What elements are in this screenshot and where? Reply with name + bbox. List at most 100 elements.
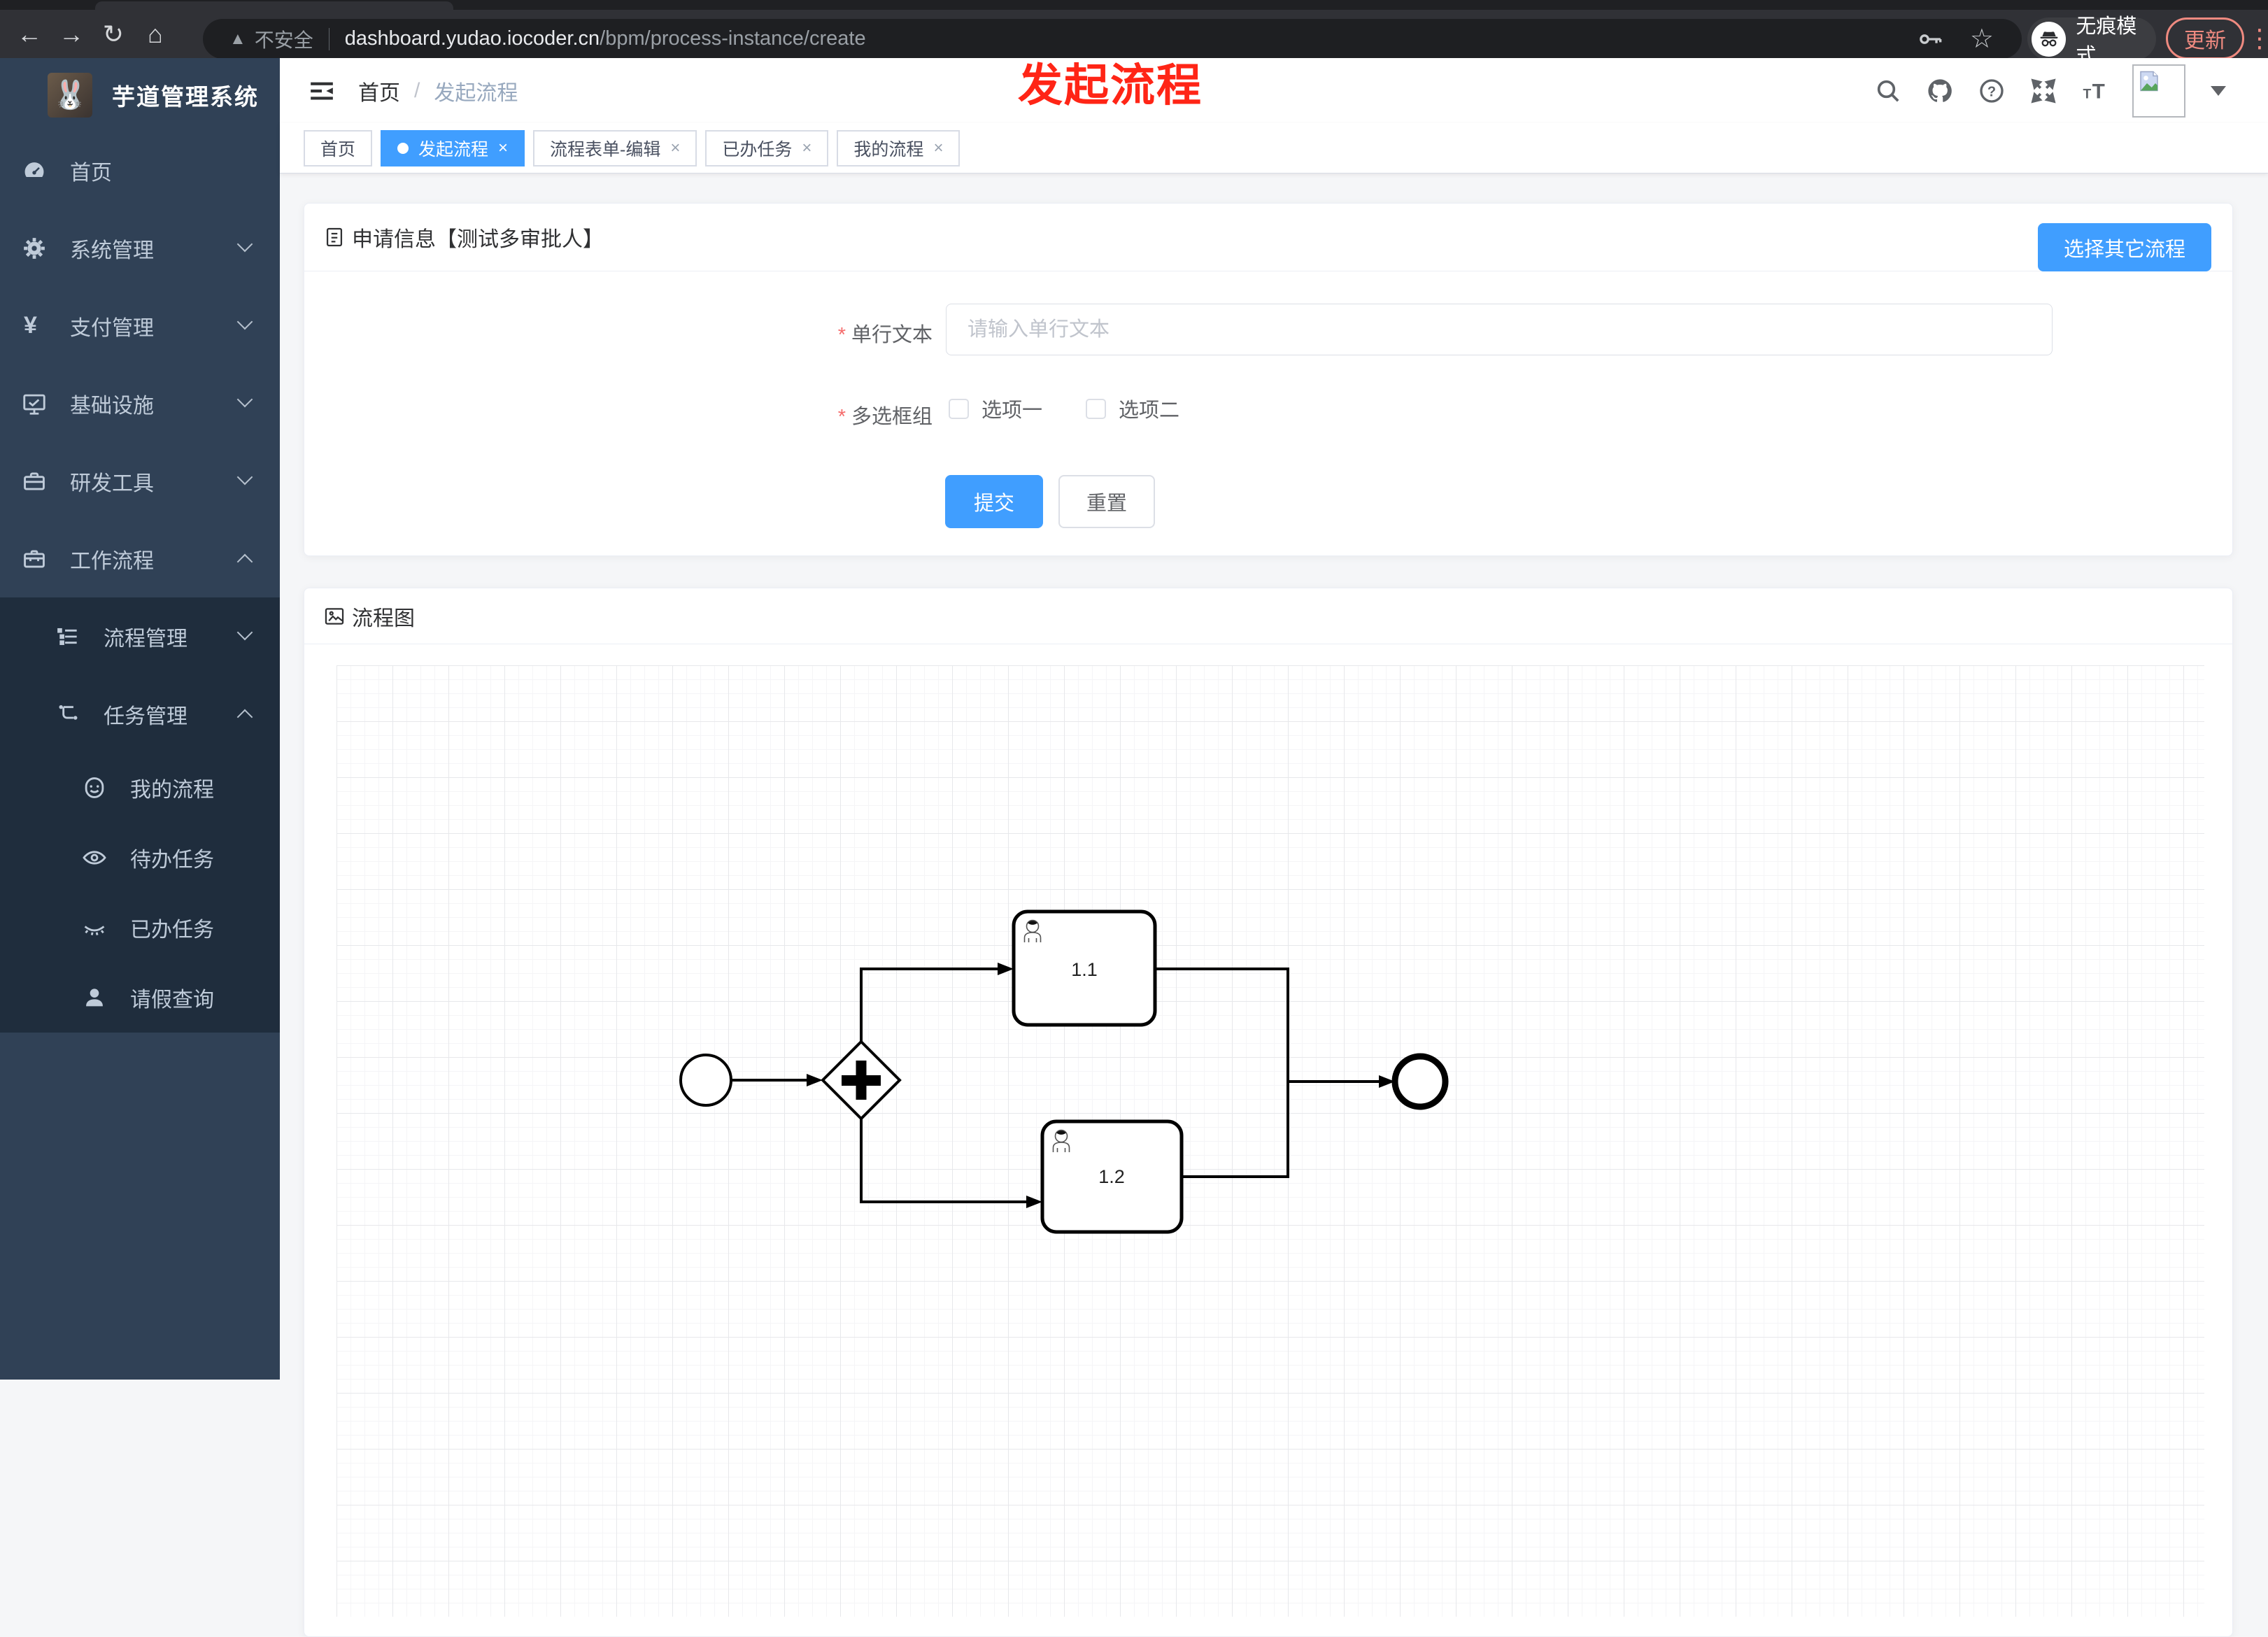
task1-label: 1.1 (1071, 959, 1098, 980)
github-icon[interactable] (1925, 76, 1955, 106)
bpmn-diagram: 1.1 1.2 (679, 909, 1449, 1234)
checkbox-group-label-text: 多选框组 (851, 406, 933, 428)
apply-info-card: 申请信息【测试多审批人】 选择其它流程 *单行文本 *多选框组 选项一 选项二 … (304, 203, 2233, 556)
back-icon: ← (17, 19, 42, 48)
breadcrumb-current: 发起流程 (434, 81, 518, 105)
dashboard-icon (24, 162, 44, 177)
chrome-update-button[interactable]: 更新 (2166, 17, 2244, 59)
search-icon[interactable] (1873, 76, 1903, 106)
breadcrumb-home[interactable]: 首页 (358, 76, 400, 106)
tag-my-process[interactable]: 我的流程 × (837, 129, 961, 166)
warning-icon: ▲ (229, 29, 246, 48)
sidebar-item-workflow[interactable]: 工作流程 (0, 520, 280, 597)
overlay-page-title: 发起流程 (1018, 60, 1203, 111)
reset-button[interactable]: 重置 (1058, 475, 1155, 528)
bpmn-canvas[interactable]: 1.1 1.2 (336, 665, 2204, 1617)
chevron-down-icon (236, 236, 253, 253)
tree-list-icon (57, 628, 77, 645)
sidebar-item-done-tasks[interactable]: 已办任务 (0, 893, 280, 963)
font-size-icon[interactable]: TT (2081, 76, 2110, 106)
bpmn-user-task-2: 1.2 (1040, 1119, 1184, 1234)
tag-label: 发起流程 (418, 139, 489, 160)
avatar-caret-icon[interactable] (2211, 85, 2226, 96)
chevron-down-icon (236, 391, 253, 408)
incognito-chip: 无痕模式 (2027, 15, 2156, 67)
sidebar-item-label: 已办任务 (130, 919, 214, 942)
sidebar-item-devtools[interactable]: 研发工具 (0, 442, 280, 520)
home-icon: ⌂ (148, 19, 163, 48)
tag-label: 首页 (320, 139, 356, 160)
reload-button[interactable]: ↻ (92, 13, 134, 55)
sidebar-item-my-process[interactable]: 我的流程 (0, 753, 280, 823)
broken-image-icon (2140, 71, 2158, 91)
app-title: 芋道管理系统 (112, 83, 259, 110)
chrome-menu-icon[interactable]: ⋮ (2247, 24, 2268, 53)
option1-label[interactable]: 选项一 (981, 394, 1042, 423)
main-area: 发起流程 首页 / 发起流程 ? TT 首页 发起流程 × 流程表单-编辑 × 已办… (280, 58, 2268, 1637)
bpmn-user-task-1: 1.1 (1012, 909, 1157, 1027)
select-other-process-button[interactable]: 选择其它流程 (2038, 223, 2211, 271)
sidebar-menu: 首页 系统管理 ¥ 支付管理 基础设施 研发工具 工作流程 流程管理 任务管理 … (0, 132, 280, 1033)
option2-label[interactable]: 选项二 (1119, 394, 1179, 423)
home-button[interactable]: ⌂ (134, 13, 176, 55)
sidebar-item-home[interactable]: 首页 (0, 132, 280, 209)
eye-closed-icon (84, 926, 105, 935)
toolbox-icon (24, 549, 45, 568)
briefcase-icon (24, 472, 45, 490)
submit-button[interactable]: 提交 (945, 475, 1043, 528)
sidebar-item-label: 基础设施 (70, 394, 154, 418)
flow-icon (59, 704, 78, 720)
breadcrumb-separator: / (414, 78, 420, 102)
tag-label: 已办任务 (722, 139, 793, 160)
sidebar-item-label: 首页 (70, 161, 112, 185)
key-icon[interactable] (1917, 25, 1945, 53)
option1-checkbox[interactable] (949, 398, 969, 419)
bookmark-star-icon[interactable]: ☆ (1970, 23, 1994, 55)
close-tag-icon[interactable]: × (933, 139, 943, 158)
sidebar-item-label: 待办任务 (130, 849, 214, 872)
back-button[interactable]: ← (8, 13, 50, 55)
gear-icon (24, 237, 45, 259)
url-path: /bpm/process-instance/create (600, 27, 866, 50)
sidebar-item-infra[interactable]: 基础设施 (0, 364, 280, 442)
tag-home[interactable]: 首页 (304, 129, 373, 166)
sidebar-item-task-mgmt[interactable]: 任务管理 (0, 675, 280, 753)
apply-card-title-text: 申请信息【测试多审批人】 (352, 228, 604, 251)
tag-form-edit[interactable]: 流程表单-编辑 × (533, 129, 697, 166)
sidebar-item-system[interactable]: 系统管理 (0, 209, 280, 287)
sidebar-item-label: 工作流程 (70, 549, 154, 573)
fullscreen-icon[interactable] (2029, 76, 2058, 106)
option2-checkbox[interactable] (1086, 398, 1107, 419)
sidebar-item-label: 系统管理 (70, 239, 154, 262)
tag-start-process[interactable]: 发起流程 × (381, 129, 525, 166)
close-tag-icon[interactable]: × (670, 139, 680, 158)
avatar[interactable] (2132, 64, 2185, 118)
document-icon (326, 227, 343, 247)
diagram-card-header: 流程图 (304, 588, 2232, 644)
tag-label: 我的流程 (853, 139, 924, 160)
sidebar-item-label: 流程管理 (104, 627, 187, 651)
text-field-label: * 单行文本 (838, 318, 933, 348)
close-tag-icon[interactable]: × (802, 139, 811, 158)
diagram-card-title: 流程图 (323, 601, 415, 632)
yen-icon: ¥ (24, 312, 37, 339)
active-tag-dot (397, 142, 409, 154)
user-icon (86, 988, 103, 1007)
single-line-text-input[interactable] (946, 304, 2053, 355)
workflow-submenu: 流程管理 任务管理 我的流程 待办任务 已办任务 请假查询 (0, 597, 280, 1033)
chevron-up-icon (236, 553, 253, 570)
sidebar-item-leave-query[interactable]: 请假查询 (0, 963, 280, 1033)
sidebar-fold-icon[interactable] (308, 77, 336, 105)
svg-text:T: T (2083, 87, 2092, 101)
tag-done-tasks[interactable]: 已办任务 × (705, 129, 829, 166)
help-icon[interactable]: ? (1977, 76, 2006, 106)
rabbit-logo-icon: 🐰 (52, 80, 87, 111)
sidebar-item-payment[interactable]: ¥ 支付管理 (0, 287, 280, 364)
sidebar-item-process-mgmt[interactable]: 流程管理 (0, 597, 280, 675)
task2-label: 1.2 (1098, 1166, 1125, 1187)
forward-button[interactable]: → (50, 13, 92, 55)
sidebar-item-todo-tasks[interactable]: 待办任务 (0, 823, 280, 893)
close-tag-icon[interactable]: × (498, 139, 508, 158)
process-diagram-card: 流程图 1.1 1.2 (304, 588, 2233, 1637)
face-icon (85, 777, 104, 798)
